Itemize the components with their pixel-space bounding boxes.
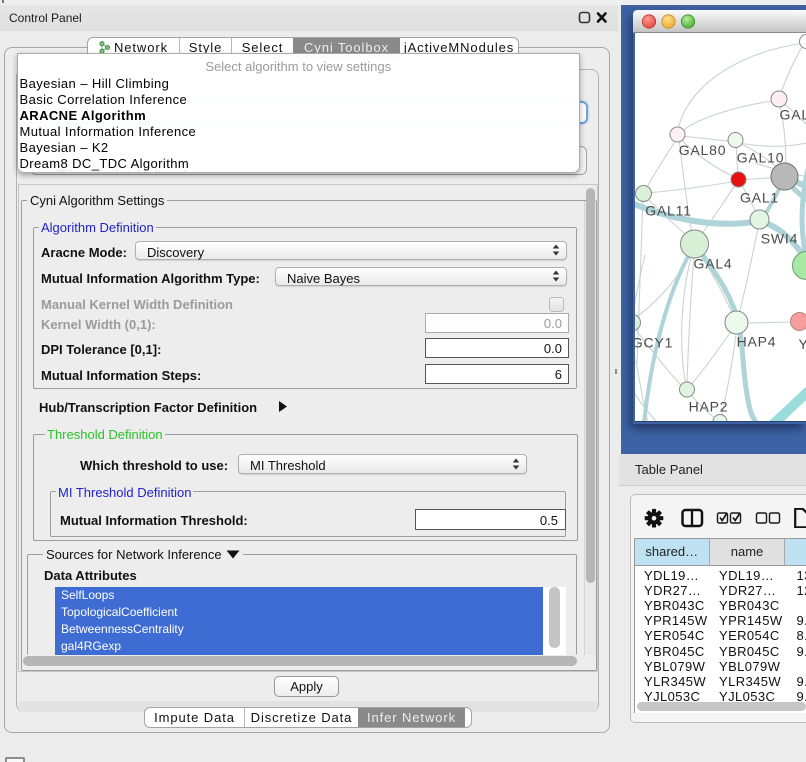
svg-text:HAP4: HAP4 [736,333,776,349]
svg-text:GCY1: GCY1 [635,334,673,350]
svg-text:YM: YM [798,336,806,352]
svg-text:GAL1: GAL1 [740,189,779,205]
svg-text:GAL7: GAL7 [779,106,806,122]
svg-text:GAL10: GAL10 [736,149,784,165]
svg-text:GAL80: GAL80 [678,142,726,158]
svg-text:HAP2: HAP2 [688,398,728,414]
svg-text:SWI4: SWI4 [760,230,797,246]
svg-text:GAL11: GAL11 [645,202,692,218]
svg-text:GAL4: GAL4 [693,255,732,271]
